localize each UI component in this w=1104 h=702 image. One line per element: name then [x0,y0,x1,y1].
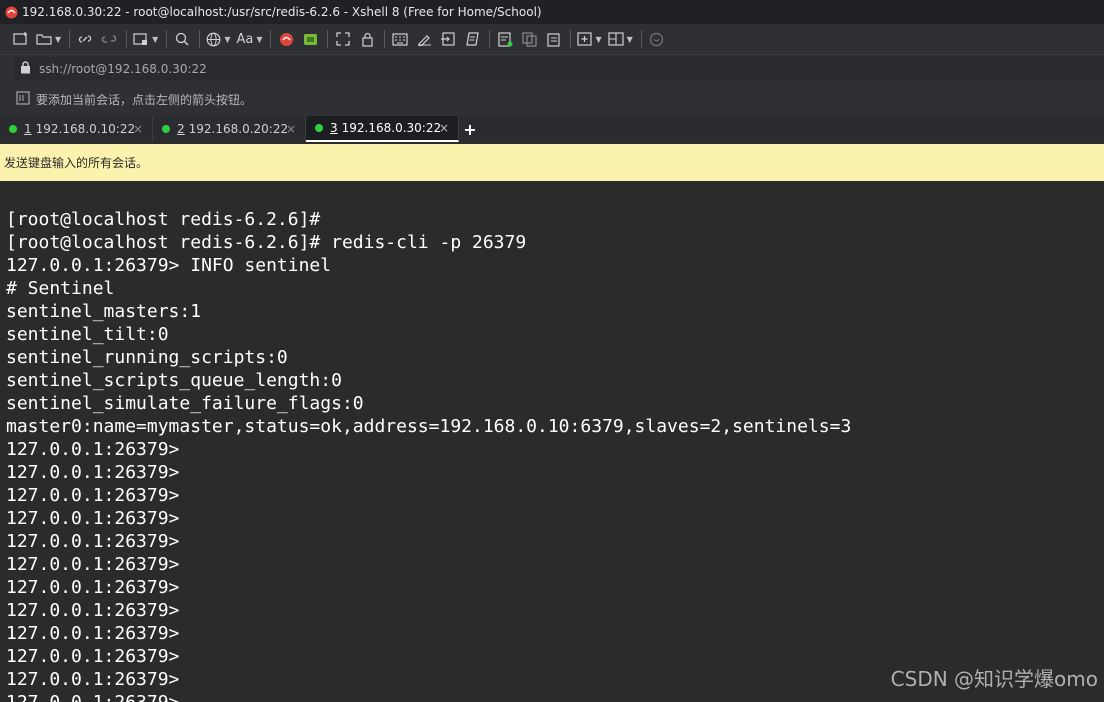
globe-icon[interactable]: ▼ [206,28,230,50]
script-icon[interactable] [463,28,481,50]
terminal-line: master0:name=mymaster,status=ok,address=… [6,416,852,437]
terminal-line: # Sentinel [6,278,115,299]
terminal-line: [root@localhost redis-6.2.6]# redis-cli … [6,232,527,253]
address-field[interactable]: ssh://root@192.168.0.30:22 [14,56,1104,81]
font-label: Aa [236,31,254,47]
terminal-line: 127.0.0.1:26379> [6,669,180,690]
toolbar-divider [640,30,642,48]
tab-number: 1 [24,122,32,136]
tab-label: 192.168.0.10:22 [35,122,136,136]
tab-session-2[interactable]: 2 192.168.0.20:22 × [153,116,306,142]
close-icon[interactable]: × [286,122,296,136]
paste-icon[interactable] [544,28,562,50]
main-toolbar: ▼ ▼ ▼ Aa ▼ ▼ ▼ [0,24,1104,54]
help-icon[interactable] [648,28,666,50]
terminal-line: sentinel_masters:1 [6,301,202,322]
link-icon[interactable] [76,28,94,50]
xshell-logo-icon[interactable] [277,28,295,50]
toolbar-divider [570,30,572,48]
copy-icon[interactable] [520,28,538,50]
terminal-line: 127.0.0.1:26379> [6,439,180,460]
terminal-line: sentinel_simulate_failure_flags:0 [6,393,364,414]
chevron-down-icon: ▼ [224,34,231,44]
add-tab-button[interactable]: + [459,116,481,142]
address-bar: ssh://root@192.168.0.30:22 [0,54,1104,82]
watermark: CSDN @知识学爆omo [890,667,1098,691]
tab-bar: 1 192.168.0.10:22 × 2 192.168.0.20:22 × … [0,116,1104,142]
address-text: ssh://root@192.168.0.30:22 [39,61,207,76]
close-icon[interactable]: × [133,122,143,136]
toolbar-divider [384,30,386,48]
terminal-line: 127.0.0.1:26379> [6,508,180,529]
toolbar-divider [69,30,71,48]
session-hint-bar: 要添加当前会话，点击左侧的箭头按钮。 [0,82,1104,116]
transfer-icon[interactable] [439,28,457,50]
open-folder-icon[interactable]: ▼ [36,28,61,50]
chevron-down-icon: ▼ [152,34,159,44]
terminal-output: [root@localhost redis-6.2.6]# [root@local… [6,208,851,702]
chevron-down-icon: ▼ [55,34,62,44]
new-session-icon[interactable] [12,28,30,50]
add-icon[interactable]: ▼ [577,28,602,50]
terminal-line: 127.0.0.1:26379> [6,531,180,552]
terminal-line: 127.0.0.1:26379> [6,691,851,702]
status-dot-icon [162,125,170,133]
lock-icon[interactable] [358,28,376,50]
session-manager-icon[interactable]: ▼ [133,28,158,50]
chevron-down-icon: ▼ [595,34,602,44]
tab-label: 192.168.0.30:22 [341,121,442,135]
toolbar-divider [166,30,168,48]
chevron-down-icon: ▼ [626,34,633,44]
terminal-line: 127.0.0.1:26379> [6,600,180,621]
window-title: 192.168.0.30:22 - root@localhost:/usr/sr… [22,5,542,19]
find-icon[interactable] [173,28,191,50]
keyboard-icon[interactable] [391,28,409,50]
unlink-icon[interactable] [100,28,118,50]
toolbar-divider [270,30,272,48]
terminal-line: 127.0.0.1:26379> [6,646,180,667]
terminal-line: sentinel_running_scripts:0 [6,347,288,368]
terminal-line: 127.0.0.1:26379> [6,485,180,506]
lock-icon [20,59,31,78]
toolbar-divider [126,30,128,48]
tab-label: 192.168.0.20:22 [188,122,289,136]
close-icon[interactable]: × [439,121,449,135]
add-session-icon[interactable] [16,90,30,109]
xshell-logo-icon [4,5,18,19]
tab-session-3[interactable]: 3 192.168.0.30:22 × [306,116,459,142]
tab-session-1[interactable]: 1 192.168.0.10:22 × [0,116,153,142]
toolbar-divider [327,30,329,48]
terminal-line: 127.0.0.1:26379> INFO sentinel [6,255,332,276]
terminal-line: sentinel_tilt:0 [6,324,169,345]
terminal-area[interactable]: [root@localhost redis-6.2.6]# [root@local… [0,181,1104,702]
compose-icon[interactable] [415,28,433,50]
layout-icon[interactable]: ▼ [608,28,633,50]
xftp-icon[interactable] [301,28,319,50]
terminal-line: 127.0.0.1:26379> [6,623,180,644]
notice-text: 发送键盘输入的所有会话。 [4,156,149,170]
tab-number: 2 [177,122,185,136]
tab-number: 3 [330,121,338,135]
terminal-line: 127.0.0.1:26379> [6,462,180,483]
status-dot-icon [315,124,323,132]
toolbar-divider [489,30,491,48]
terminal-line: sentinel_scripts_queue_length:0 [6,370,342,391]
session-hint-text: 要添加当前会话，点击左侧的箭头按钮。 [36,92,253,107]
font-icon[interactable]: Aa ▼ [236,28,262,50]
terminal-line: 127.0.0.1:26379> [6,577,180,598]
toolbar-divider [199,30,201,48]
title-bar: 192.168.0.30:22 - root@localhost:/usr/sr… [0,0,1104,24]
terminal-line: 127.0.0.1:26379> [6,554,180,575]
chevron-down-icon: ▼ [256,34,263,44]
send-to-all-notice: 发送键盘输入的所有会话。 [0,144,1104,181]
terminal-line: [root@localhost redis-6.2.6]# [6,209,321,230]
status-dot-icon [9,125,17,133]
log-icon[interactable] [496,28,514,50]
fullscreen-icon[interactable] [334,28,352,50]
